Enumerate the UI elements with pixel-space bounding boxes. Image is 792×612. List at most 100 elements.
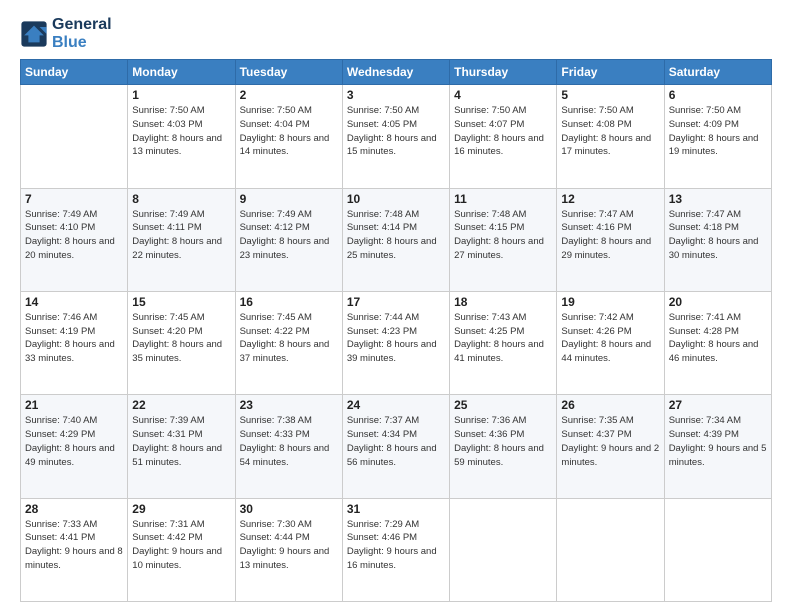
day-detail: Sunrise: 7:50 AMSunset: 4:03 PMDaylight:… xyxy=(132,104,230,159)
calendar-cell: 9 Sunrise: 7:49 AMSunset: 4:12 PMDayligh… xyxy=(235,188,342,291)
day-detail: Sunrise: 7:35 AMSunset: 4:37 PMDaylight:… xyxy=(561,414,659,469)
calendar-cell: 3 Sunrise: 7:50 AMSunset: 4:05 PMDayligh… xyxy=(342,85,449,188)
weekday-header-saturday: Saturday xyxy=(664,60,771,85)
day-detail: Sunrise: 7:41 AMSunset: 4:28 PMDaylight:… xyxy=(669,311,767,366)
calendar-cell xyxy=(21,85,128,188)
calendar-cell: 7 Sunrise: 7:49 AMSunset: 4:10 PMDayligh… xyxy=(21,188,128,291)
calendar-cell: 12 Sunrise: 7:47 AMSunset: 4:16 PMDaylig… xyxy=(557,188,664,291)
calendar-cell: 2 Sunrise: 7:50 AMSunset: 4:04 PMDayligh… xyxy=(235,85,342,188)
day-number: 31 xyxy=(347,502,445,516)
calendar-cell: 1 Sunrise: 7:50 AMSunset: 4:03 PMDayligh… xyxy=(128,85,235,188)
day-number: 7 xyxy=(25,192,123,206)
day-detail: Sunrise: 7:49 AMSunset: 4:11 PMDaylight:… xyxy=(132,208,230,263)
day-number: 20 xyxy=(669,295,767,309)
day-number: 17 xyxy=(347,295,445,309)
calendar-cell: 29 Sunrise: 7:31 AMSunset: 4:42 PMDaylig… xyxy=(128,498,235,601)
day-number: 21 xyxy=(25,398,123,412)
day-number: 8 xyxy=(132,192,230,206)
calendar-cell: 8 Sunrise: 7:49 AMSunset: 4:11 PMDayligh… xyxy=(128,188,235,291)
day-number: 4 xyxy=(454,88,552,102)
day-detail: Sunrise: 7:44 AMSunset: 4:23 PMDaylight:… xyxy=(347,311,445,366)
day-number: 6 xyxy=(669,88,767,102)
header: General Blue xyxy=(20,16,772,51)
day-number: 19 xyxy=(561,295,659,309)
calendar-cell: 15 Sunrise: 7:45 AMSunset: 4:20 PMDaylig… xyxy=(128,291,235,394)
day-number: 29 xyxy=(132,502,230,516)
day-detail: Sunrise: 7:37 AMSunset: 4:34 PMDaylight:… xyxy=(347,414,445,469)
day-number: 1 xyxy=(132,88,230,102)
calendar-cell xyxy=(450,498,557,601)
day-detail: Sunrise: 7:45 AMSunset: 4:22 PMDaylight:… xyxy=(240,311,338,366)
calendar-cell: 31 Sunrise: 7:29 AMSunset: 4:46 PMDaylig… xyxy=(342,498,449,601)
calendar-cell: 27 Sunrise: 7:34 AMSunset: 4:39 PMDaylig… xyxy=(664,395,771,498)
day-detail: Sunrise: 7:50 AMSunset: 4:07 PMDaylight:… xyxy=(454,104,552,159)
day-number: 30 xyxy=(240,502,338,516)
day-number: 3 xyxy=(347,88,445,102)
day-detail: Sunrise: 7:42 AMSunset: 4:26 PMDaylight:… xyxy=(561,311,659,366)
day-detail: Sunrise: 7:29 AMSunset: 4:46 PMDaylight:… xyxy=(347,518,445,573)
day-number: 9 xyxy=(240,192,338,206)
day-detail: Sunrise: 7:48 AMSunset: 4:15 PMDaylight:… xyxy=(454,208,552,263)
weekday-header-sunday: Sunday xyxy=(21,60,128,85)
day-number: 13 xyxy=(669,192,767,206)
day-number: 10 xyxy=(347,192,445,206)
calendar-cell: 30 Sunrise: 7:30 AMSunset: 4:44 PMDaylig… xyxy=(235,498,342,601)
day-number: 26 xyxy=(561,398,659,412)
day-number: 5 xyxy=(561,88,659,102)
day-detail: Sunrise: 7:50 AMSunset: 4:08 PMDaylight:… xyxy=(561,104,659,159)
weekday-header-row: SundayMondayTuesdayWednesdayThursdayFrid… xyxy=(21,60,772,85)
day-detail: Sunrise: 7:36 AMSunset: 4:36 PMDaylight:… xyxy=(454,414,552,469)
day-detail: Sunrise: 7:50 AMSunset: 4:09 PMDaylight:… xyxy=(669,104,767,159)
day-number: 24 xyxy=(347,398,445,412)
day-detail: Sunrise: 7:34 AMSunset: 4:39 PMDaylight:… xyxy=(669,414,767,469)
calendar-table: SundayMondayTuesdayWednesdayThursdayFrid… xyxy=(20,59,772,602)
day-number: 15 xyxy=(132,295,230,309)
weekday-header-tuesday: Tuesday xyxy=(235,60,342,85)
day-detail: Sunrise: 7:50 AMSunset: 4:05 PMDaylight:… xyxy=(347,104,445,159)
day-detail: Sunrise: 7:47 AMSunset: 4:16 PMDaylight:… xyxy=(561,208,659,263)
calendar-cell: 10 Sunrise: 7:48 AMSunset: 4:14 PMDaylig… xyxy=(342,188,449,291)
day-number: 2 xyxy=(240,88,338,102)
weekday-header-thursday: Thursday xyxy=(450,60,557,85)
calendar-cell: 22 Sunrise: 7:39 AMSunset: 4:31 PMDaylig… xyxy=(128,395,235,498)
weekday-header-friday: Friday xyxy=(557,60,664,85)
day-number: 18 xyxy=(454,295,552,309)
day-detail: Sunrise: 7:33 AMSunset: 4:41 PMDaylight:… xyxy=(25,518,123,573)
calendar-cell: 24 Sunrise: 7:37 AMSunset: 4:34 PMDaylig… xyxy=(342,395,449,498)
calendar-cell: 25 Sunrise: 7:36 AMSunset: 4:36 PMDaylig… xyxy=(450,395,557,498)
calendar-cell: 16 Sunrise: 7:45 AMSunset: 4:22 PMDaylig… xyxy=(235,291,342,394)
calendar-cell: 11 Sunrise: 7:48 AMSunset: 4:15 PMDaylig… xyxy=(450,188,557,291)
day-number: 22 xyxy=(132,398,230,412)
day-detail: Sunrise: 7:38 AMSunset: 4:33 PMDaylight:… xyxy=(240,414,338,469)
calendar-cell: 13 Sunrise: 7:47 AMSunset: 4:18 PMDaylig… xyxy=(664,188,771,291)
day-detail: Sunrise: 7:48 AMSunset: 4:14 PMDaylight:… xyxy=(347,208,445,263)
day-detail: Sunrise: 7:46 AMSunset: 4:19 PMDaylight:… xyxy=(25,311,123,366)
calendar-page: General Blue SundayMondayTuesdayWednesda… xyxy=(0,0,792,612)
day-detail: Sunrise: 7:50 AMSunset: 4:04 PMDaylight:… xyxy=(240,104,338,159)
calendar-cell: 21 Sunrise: 7:40 AMSunset: 4:29 PMDaylig… xyxy=(21,395,128,498)
week-row-2: 7 Sunrise: 7:49 AMSunset: 4:10 PMDayligh… xyxy=(21,188,772,291)
day-detail: Sunrise: 7:49 AMSunset: 4:12 PMDaylight:… xyxy=(240,208,338,263)
day-detail: Sunrise: 7:49 AMSunset: 4:10 PMDaylight:… xyxy=(25,208,123,263)
logo-icon xyxy=(20,20,48,48)
week-row-4: 21 Sunrise: 7:40 AMSunset: 4:29 PMDaylig… xyxy=(21,395,772,498)
week-row-3: 14 Sunrise: 7:46 AMSunset: 4:19 PMDaylig… xyxy=(21,291,772,394)
calendar-cell: 26 Sunrise: 7:35 AMSunset: 4:37 PMDaylig… xyxy=(557,395,664,498)
day-number: 28 xyxy=(25,502,123,516)
day-detail: Sunrise: 7:43 AMSunset: 4:25 PMDaylight:… xyxy=(454,311,552,366)
calendar-cell: 5 Sunrise: 7:50 AMSunset: 4:08 PMDayligh… xyxy=(557,85,664,188)
calendar-cell: 28 Sunrise: 7:33 AMSunset: 4:41 PMDaylig… xyxy=(21,498,128,601)
calendar-cell: 17 Sunrise: 7:44 AMSunset: 4:23 PMDaylig… xyxy=(342,291,449,394)
week-row-1: 1 Sunrise: 7:50 AMSunset: 4:03 PMDayligh… xyxy=(21,85,772,188)
calendar-cell: 19 Sunrise: 7:42 AMSunset: 4:26 PMDaylig… xyxy=(557,291,664,394)
day-detail: Sunrise: 7:30 AMSunset: 4:44 PMDaylight:… xyxy=(240,518,338,573)
calendar-cell: 23 Sunrise: 7:38 AMSunset: 4:33 PMDaylig… xyxy=(235,395,342,498)
calendar-cell: 20 Sunrise: 7:41 AMSunset: 4:28 PMDaylig… xyxy=(664,291,771,394)
calendar-cell: 14 Sunrise: 7:46 AMSunset: 4:19 PMDaylig… xyxy=(21,291,128,394)
day-number: 23 xyxy=(240,398,338,412)
calendar-cell: 4 Sunrise: 7:50 AMSunset: 4:07 PMDayligh… xyxy=(450,85,557,188)
weekday-header-wednesday: Wednesday xyxy=(342,60,449,85)
day-number: 16 xyxy=(240,295,338,309)
weekday-header-monday: Monday xyxy=(128,60,235,85)
calendar-cell: 18 Sunrise: 7:43 AMSunset: 4:25 PMDaylig… xyxy=(450,291,557,394)
